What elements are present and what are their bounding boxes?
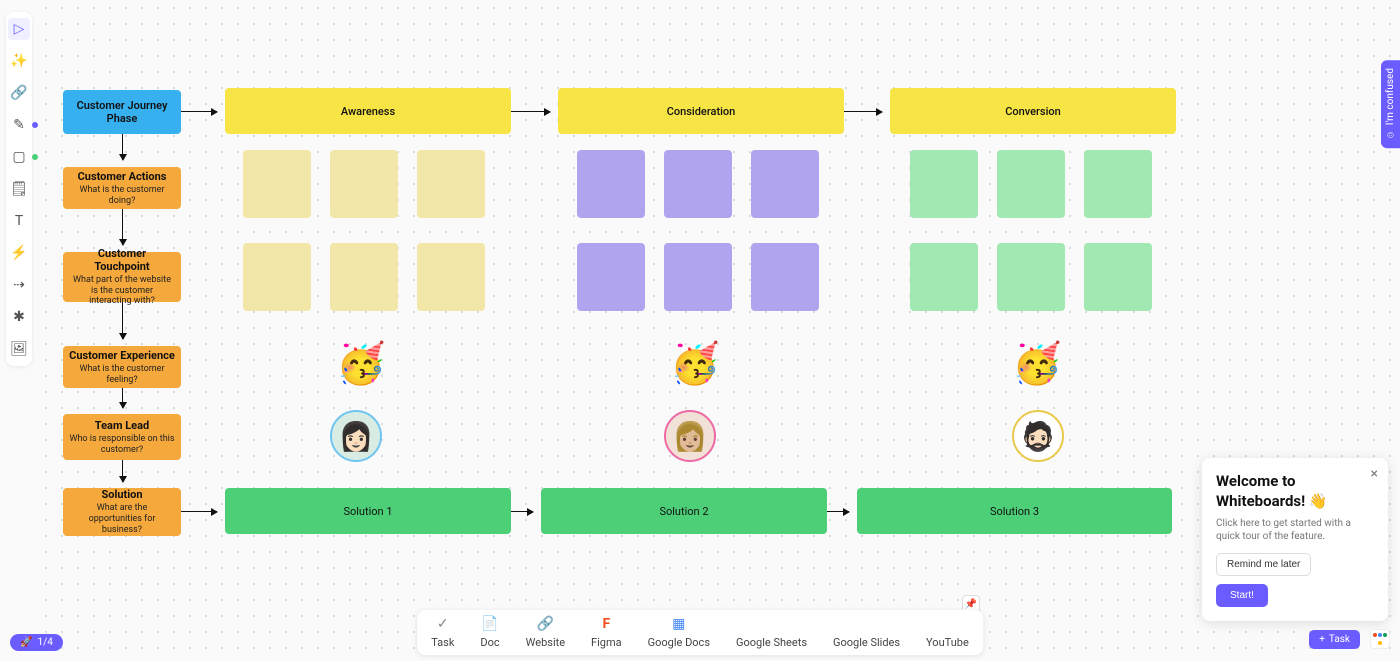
dock-gsheets[interactable]: Google Sheets (736, 636, 807, 649)
dock-website[interactable]: 🔗Website (526, 616, 565, 649)
figma-icon: F (598, 616, 614, 632)
avatar-consideration[interactable]: 👩🏼 (664, 410, 716, 462)
gdocs-icon: ▦ (671, 616, 687, 632)
note[interactable] (577, 150, 645, 218)
note[interactable] (910, 243, 978, 311)
note[interactable] (997, 150, 1065, 218)
solution-title: Solution (101, 488, 142, 501)
actions-title: Customer Actions (78, 170, 167, 183)
note[interactable] (1084, 243, 1152, 311)
experience-sub: What is the customer feeling? (69, 364, 175, 386)
phase-consideration[interactable]: Consideration (558, 88, 844, 134)
arrow (122, 460, 123, 482)
actions-row-label[interactable]: Customer Actions What is the customer do… (63, 167, 181, 209)
note[interactable] (417, 150, 485, 218)
note[interactable] (330, 243, 398, 311)
shape-icon[interactable]: ▢ (8, 146, 30, 168)
touchpoint-title: Customer Touchpoint (69, 247, 175, 273)
progress-pill[interactable]: 🚀 1/4 (10, 634, 63, 651)
arrow (827, 511, 849, 512)
welcome-popup: × Welcome to Whiteboards! 👋 Click here t… (1202, 458, 1388, 621)
dock-gslides[interactable]: Google Slides (833, 636, 900, 649)
remind-later-button[interactable]: Remind me later (1216, 553, 1311, 576)
note[interactable] (664, 243, 732, 311)
dock-figma[interactable]: FFigma (591, 616, 622, 649)
phase-awareness[interactable]: Awareness (225, 88, 511, 134)
note[interactable] (910, 150, 978, 218)
arrow (181, 111, 217, 112)
emoji-consideration[interactable]: 🥳 (670, 340, 720, 387)
left-toolbar: ▷ ✨ 🔗 ✎ ▢ 🗒 T ⚡ ⇢ ✱ 🖼 (6, 12, 32, 366)
branch-icon[interactable]: ✱ (8, 306, 30, 328)
connector-icon[interactable]: ⇢ (8, 274, 30, 296)
add-task-button[interactable]: + Task (1309, 630, 1360, 649)
solution-3[interactable]: Solution 3 (857, 488, 1172, 534)
task-icon: ✓ (435, 616, 451, 632)
note[interactable] (751, 150, 819, 218)
phase-header[interactable]: Customer Journey Phase (63, 90, 181, 134)
avatar-awareness[interactable]: 👩🏻 (330, 410, 382, 462)
note[interactable] (1084, 150, 1152, 218)
note[interactable] (577, 243, 645, 311)
arrow (122, 209, 123, 245)
ai-icon[interactable]: ✨ (8, 50, 30, 72)
dock-gdocs[interactable]: ▦Google Docs (648, 616, 710, 649)
pen-icon[interactable]: ✎ (8, 114, 30, 136)
arrow (511, 511, 533, 512)
website-icon: 🔗 (537, 616, 553, 632)
actions-sub: What is the customer doing? (69, 185, 175, 207)
avatar-conversion[interactable]: 🧔🏻 (1012, 410, 1064, 462)
doc-icon: 📄 (482, 616, 498, 632)
popup-title: Welcome to Whiteboards! 👋 (1216, 472, 1374, 511)
sticky-icon[interactable]: 🗒 (8, 178, 30, 200)
touchpoint-row-label[interactable]: Customer Touchpoint What part of the web… (63, 252, 181, 302)
note[interactable] (330, 150, 398, 218)
arrow (511, 111, 550, 112)
image-icon[interactable]: 🖼 (8, 338, 30, 360)
emoji-conversion[interactable]: 🥳 (1012, 340, 1062, 387)
phase-conversion[interactable]: Conversion (890, 88, 1176, 134)
popup-body: Click here to get started with a quick t… (1216, 517, 1374, 543)
text-icon[interactable]: T (8, 210, 30, 232)
note[interactable] (997, 243, 1065, 311)
note[interactable] (664, 150, 732, 218)
start-button[interactable]: Start! (1216, 584, 1268, 607)
arrow (122, 388, 123, 408)
link-icon[interactable]: 🔗 (8, 82, 30, 104)
note[interactable] (243, 243, 311, 311)
teamlead-row-label[interactable]: Team Lead Who is responsible on this cus… (63, 414, 181, 460)
arrow (122, 302, 123, 339)
confused-tab[interactable]: ☺ I'm confused (1381, 60, 1400, 148)
note[interactable] (751, 243, 819, 311)
dock-task[interactable]: ✓Task (431, 616, 454, 649)
phase-header-text: Customer Journey Phase (69, 99, 175, 125)
experience-row-label[interactable]: Customer Experience What is the customer… (63, 346, 181, 388)
teamlead-title: Team Lead (95, 419, 149, 432)
dock-youtube[interactable]: YouTube (926, 636, 969, 649)
arrow (181, 511, 217, 512)
arrow (122, 134, 123, 160)
teamlead-sub: Who is responsible on this customer? (69, 434, 175, 456)
dock-doc[interactable]: 📄Doc (480, 616, 499, 649)
cursor-icon[interactable]: ▷ (8, 18, 30, 40)
note[interactable] (417, 243, 485, 311)
solution-sub: What are the opportunities for business? (69, 503, 175, 535)
solution-2[interactable]: Solution 2 (541, 488, 827, 534)
bottom-dock: ✓Task 📄Doc 🔗Website FFigma ▦Google Docs … (417, 610, 983, 655)
solution-1[interactable]: Solution 1 (225, 488, 511, 534)
emoji-awareness[interactable]: 🥳 (336, 340, 386, 387)
experience-title: Customer Experience (69, 349, 175, 362)
arrow (844, 111, 882, 112)
note[interactable] (243, 150, 311, 218)
close-icon[interactable]: × (1371, 466, 1378, 482)
apps-button[interactable] (1370, 629, 1390, 649)
wand-icon[interactable]: ⚡ (8, 242, 30, 264)
solution-row-label[interactable]: Solution What are the opportunities for … (63, 488, 181, 536)
